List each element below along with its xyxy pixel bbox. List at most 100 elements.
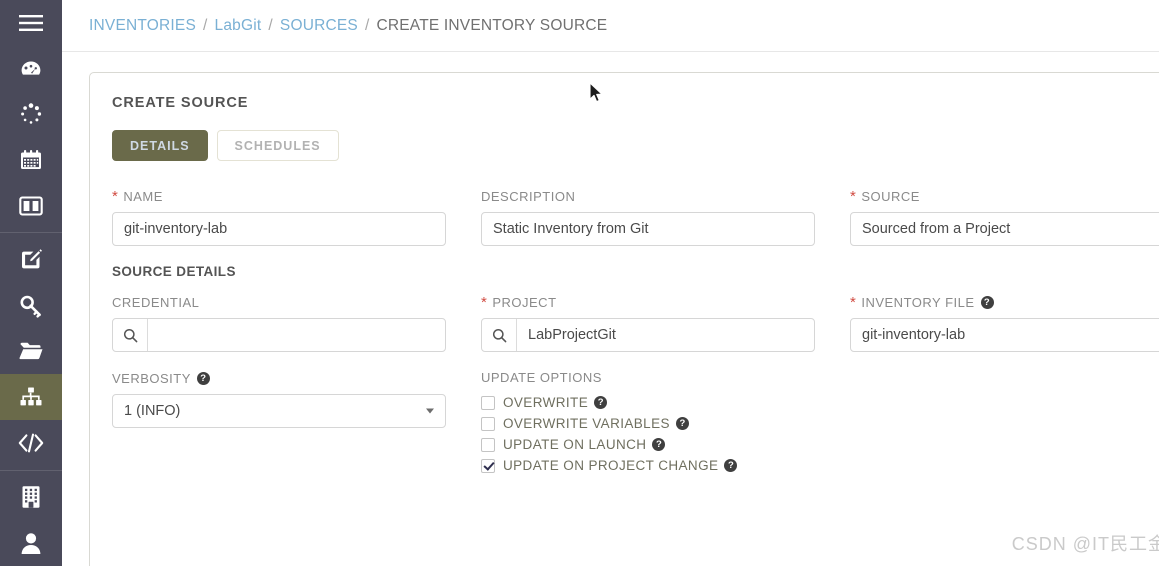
- main-content-area: INVENTORIES / LabGit / SOURCES / CREATE …: [62, 0, 1159, 566]
- source-details-heading: SOURCE DETAILS: [112, 264, 236, 279]
- verbosity-select[interactable]: 1 (INFO): [112, 394, 446, 428]
- inventory-file-value: git-inventory-lab: [862, 327, 966, 343]
- sidebar-navigation: [0, 0, 62, 566]
- form-row-options: VERBOSITY ? 1 (INFO) UPDATE OPTIONS OVER: [112, 370, 1159, 479]
- credential-value[interactable]: [148, 319, 445, 351]
- description-label: DESCRIPTION: [481, 188, 815, 205]
- form-row-source-details: CREDENTIAL * PROJECT LabProjectGit * INV…: [112, 294, 1159, 352]
- required-asterisk: *: [850, 294, 857, 311]
- breadcrumb-item-sources[interactable]: SOURCES: [280, 17, 358, 35]
- update-options-label: UPDATE OPTIONS: [481, 370, 602, 385]
- sidebar-item-credentials[interactable]: [0, 283, 62, 329]
- sidebar-item-inventory-scripts[interactable]: [0, 420, 62, 466]
- jobs-spinner-icon: [19, 102, 43, 126]
- checkbox-label: OVERWRITE VARIABLES: [503, 416, 670, 431]
- page-title: CREATE SOURCE: [112, 95, 249, 111]
- required-asterisk: *: [850, 188, 857, 205]
- field-group-description: DESCRIPTION: [481, 188, 815, 246]
- name-label-text: NAME: [123, 189, 163, 204]
- inventory-file-label-text: INVENTORY FILE: [861, 295, 975, 310]
- project-value[interactable]: LabProjectGit: [517, 319, 814, 351]
- sidebar-item-jobs[interactable]: [0, 91, 62, 137]
- inventory-file-select[interactable]: git-inventory-lab: [850, 318, 1159, 352]
- sidebar-item-organizations[interactable]: [0, 475, 62, 521]
- breadcrumb-item-labgit[interactable]: LabGit: [215, 17, 262, 35]
- sidebar-item-projects[interactable]: [0, 329, 62, 375]
- field-group-credential: CREDENTIAL: [112, 294, 446, 352]
- application-window: INVENTORIES / LabGit / SOURCES / CREATE …: [0, 0, 1159, 566]
- sidebar-item-templates[interactable]: [0, 237, 62, 283]
- inventory-file-label: * INVENTORY FILE ?: [850, 294, 1159, 311]
- verbosity-value: 1 (INFO): [124, 403, 181, 419]
- source-select[interactable]: Sourced from a Project: [850, 212, 1159, 246]
- help-icon[interactable]: ?: [594, 396, 608, 409]
- sitemap-inventory-icon: [19, 386, 43, 408]
- columns-portal-icon: [19, 195, 43, 217]
- checkbox-box[interactable]: [481, 416, 495, 431]
- breadcrumb-item-current: CREATE INVENTORY SOURCE: [376, 16, 608, 34]
- checkbox-box[interactable]: [481, 458, 495, 473]
- field-group-name: * NAME: [112, 188, 446, 246]
- create-source-card: ✕ CREATE SOURCE DETAILS SCHEDULES * NAME: [89, 72, 1159, 566]
- search-icon[interactable]: [113, 319, 148, 351]
- checkbox-box[interactable]: [481, 395, 495, 410]
- dashboard-gauge-icon: [19, 57, 43, 81]
- help-icon[interactable]: ?: [724, 459, 738, 472]
- help-icon[interactable]: ?: [980, 296, 994, 309]
- tab-bar: DETAILS SCHEDULES: [112, 130, 1159, 161]
- sidebar-item-dashboard[interactable]: [0, 46, 62, 92]
- field-group-update-options: UPDATE OPTIONS OVERWRITE ? OVERWRITE VAR…: [481, 370, 901, 479]
- project-label: * PROJECT: [481, 294, 815, 311]
- source-label: * SOURCE: [850, 188, 1159, 205]
- name-label: * NAME: [112, 188, 446, 205]
- help-icon[interactable]: ?: [196, 372, 210, 385]
- project-label-text: PROJECT: [492, 295, 557, 310]
- sidebar-item-inventories[interactable]: [0, 374, 62, 420]
- credential-label-text: CREDENTIAL: [112, 295, 200, 310]
- user-person-icon: [20, 532, 42, 555]
- verbosity-label: VERBOSITY ?: [112, 370, 446, 387]
- chevron-down-icon: [426, 408, 434, 414]
- description-label-text: DESCRIPTION: [481, 189, 576, 204]
- description-input[interactable]: [481, 212, 815, 246]
- checkbox-label: UPDATE ON PROJECT CHANGE: [503, 458, 719, 473]
- breadcrumb: INVENTORIES / LabGit / SOURCES / CREATE …: [89, 17, 607, 35]
- sidebar-item-portal-mode[interactable]: [0, 183, 62, 229]
- breadcrumb-item-inventories[interactable]: INVENTORIES: [89, 17, 196, 35]
- breadcrumb-separator: /: [203, 16, 208, 34]
- name-input[interactable]: [112, 212, 446, 246]
- credential-lookup[interactable]: [112, 318, 446, 352]
- tab-schedules[interactable]: SCHEDULES: [216, 130, 339, 161]
- key-icon: [19, 294, 43, 318]
- source-select-value: Sourced from a Project: [862, 221, 1011, 237]
- credential-label: CREDENTIAL: [112, 294, 446, 311]
- field-group-project: * PROJECT LabProjectGit: [481, 294, 815, 352]
- help-icon[interactable]: ?: [652, 438, 666, 451]
- tab-details[interactable]: DETAILS: [112, 130, 208, 161]
- search-icon[interactable]: [482, 319, 517, 351]
- help-icon[interactable]: ?: [675, 417, 689, 430]
- breadcrumb-separator: /: [268, 16, 273, 34]
- checkbox-label: OVERWRITE: [503, 395, 589, 410]
- required-asterisk: *: [112, 188, 119, 205]
- checkbox-box[interactable]: [481, 437, 495, 452]
- checkbox-overwrite[interactable]: OVERWRITE ?: [481, 395, 901, 410]
- building-organization-icon: [21, 485, 41, 509]
- field-group-inventory-file: * INVENTORY FILE ? git-inventory-lab: [850, 294, 1159, 352]
- sidebar-item-users[interactable]: [0, 520, 62, 566]
- folder-icon: [19, 340, 43, 362]
- verbosity-label-text: VERBOSITY: [112, 371, 191, 386]
- required-asterisk: *: [481, 294, 488, 311]
- project-lookup[interactable]: LabProjectGit: [481, 318, 815, 352]
- checkbox-label: UPDATE ON LAUNCH: [503, 437, 647, 452]
- sidebar-item-schedules[interactable]: [0, 137, 62, 183]
- checkbox-update-on-project-change[interactable]: UPDATE ON PROJECT CHANGE ?: [481, 458, 901, 473]
- hamburger-menu-icon: [19, 14, 43, 32]
- source-label-text: SOURCE: [861, 189, 920, 204]
- checkbox-overwrite-variables[interactable]: OVERWRITE VARIABLES ?: [481, 416, 901, 431]
- sidebar-item-menu-toggle[interactable]: [0, 0, 62, 46]
- sidebar-divider-2: [0, 469, 62, 471]
- checkbox-update-on-launch[interactable]: UPDATE ON LAUNCH ?: [481, 437, 901, 452]
- code-brackets-icon: [18, 433, 44, 453]
- pencil-edit-icon: [19, 248, 43, 272]
